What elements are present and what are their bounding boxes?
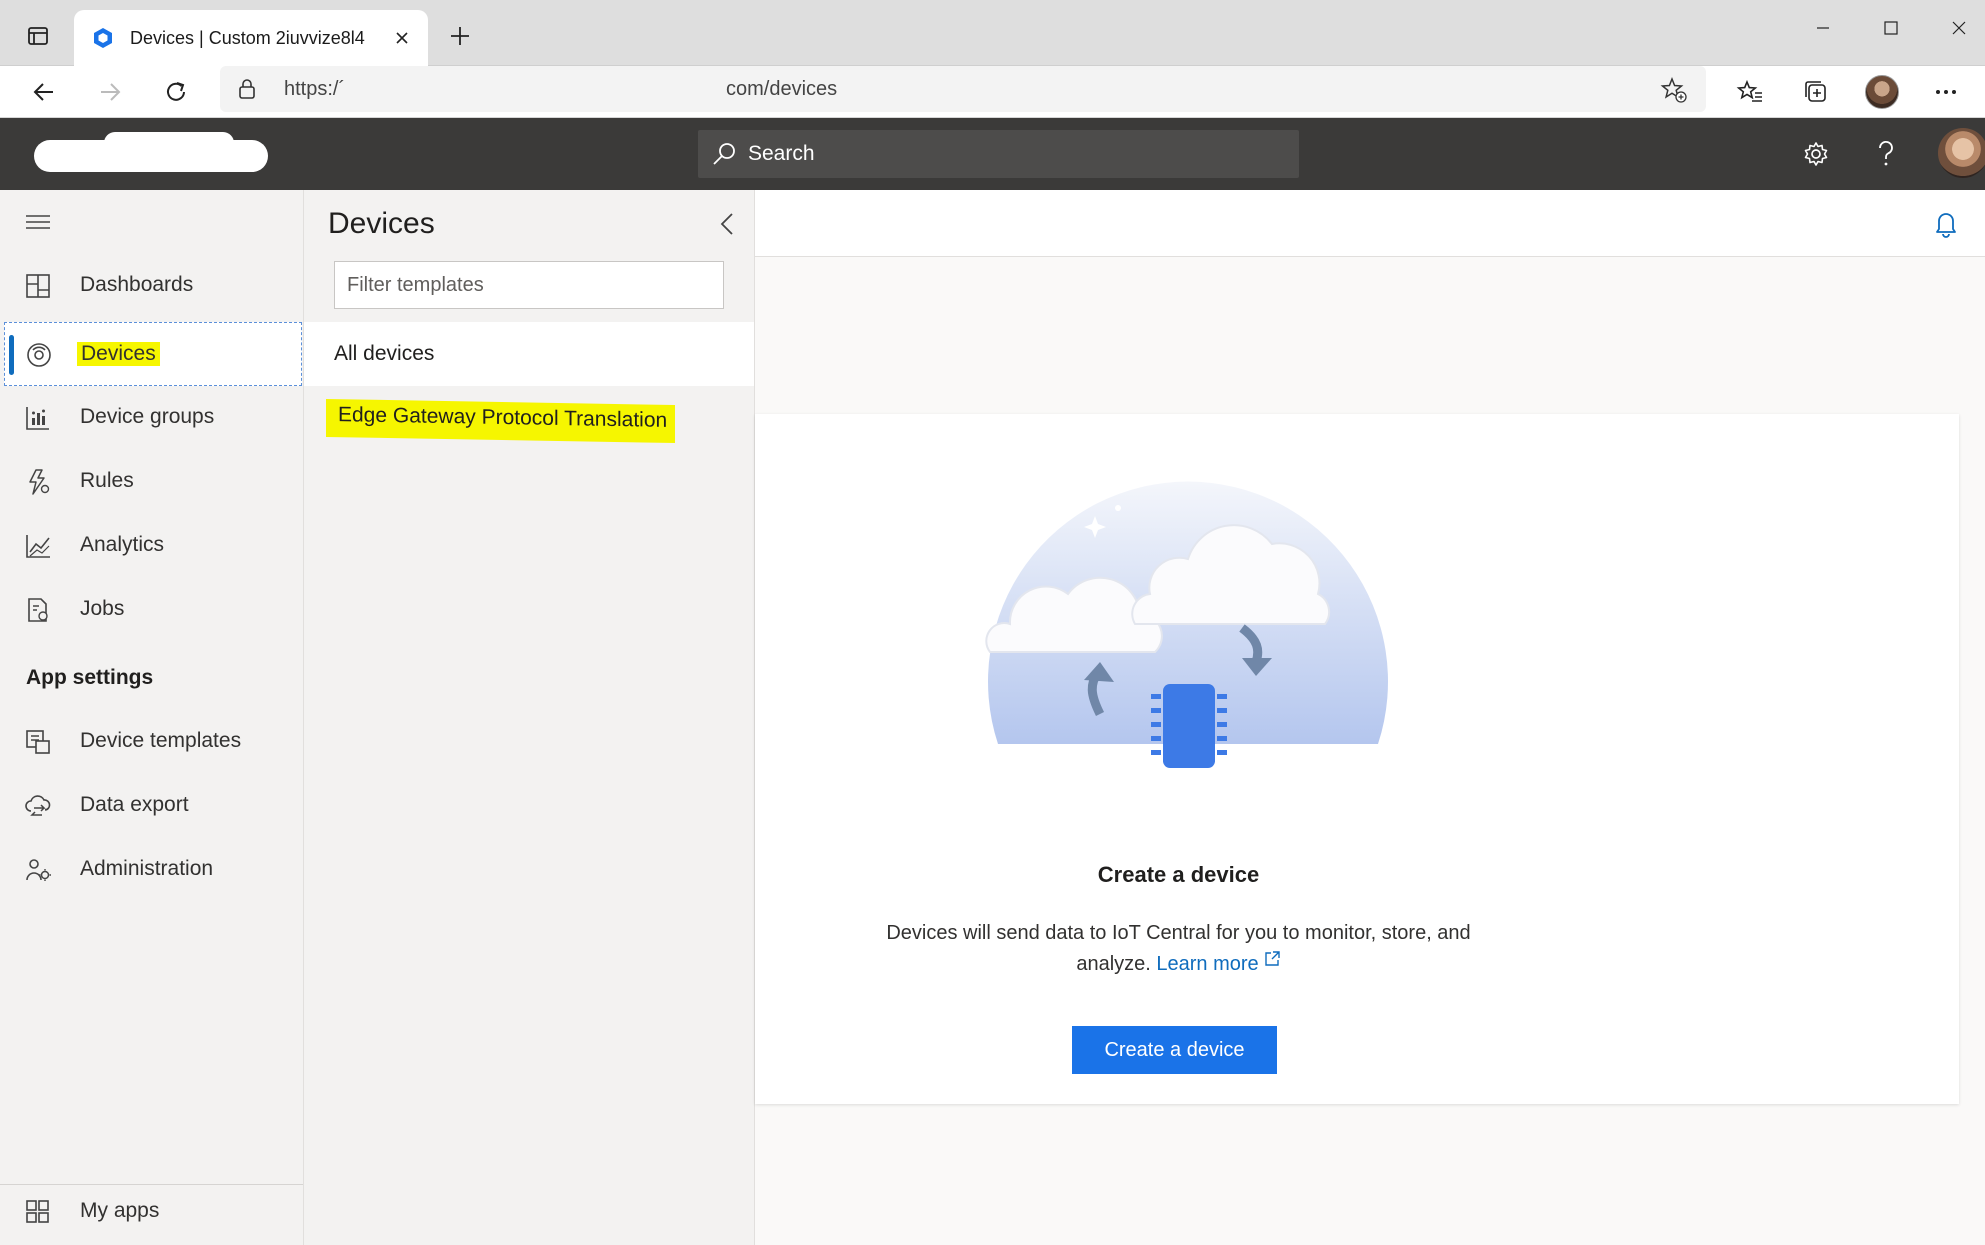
device-templates-icon [26, 730, 50, 754]
nav-item-administration[interactable]: Administration [4, 838, 302, 902]
nav-item-device-groups[interactable]: Device groups [4, 386, 302, 450]
nav-label: Administration [80, 857, 214, 880]
main-content: Create a device Devices will send data t… [755, 190, 1985, 1245]
search-icon [713, 143, 735, 165]
nav-label: Devices [77, 342, 160, 366]
new-tab-icon[interactable] [440, 16, 480, 56]
rules-icon [29, 469, 50, 495]
back-icon[interactable] [22, 72, 66, 112]
url-input[interactable]: https:/´ com/devices [220, 66, 1706, 112]
learn-more-link[interactable]: Learn more [1156, 951, 1280, 975]
devices-icon [27, 343, 51, 367]
hamburger-menu-icon[interactable] [24, 210, 52, 234]
nav-label: Data export [80, 793, 189, 816]
command-bar [755, 190, 1985, 257]
external-link-icon [1264, 951, 1280, 966]
browser-tab-bar: Devices | Custom 2iuvvize8l4 [0, 0, 1985, 66]
user-avatar[interactable] [1938, 128, 1985, 178]
nav-label: My apps [80, 1199, 160, 1222]
close-tab-icon[interactable] [390, 26, 414, 50]
nav-label: Device groups [80, 405, 215, 428]
nav-item-rules[interactable]: Rules [4, 450, 302, 514]
url-text-suffix: com/devices [726, 78, 838, 100]
template-item-edge-gateway[interactable]: Edge Gateway Protocol Translation [326, 398, 676, 444]
global-search[interactable]: Search [698, 130, 1299, 178]
app-settings-heading: App settings [26, 666, 154, 689]
more-options-icon[interactable] [1924, 72, 1968, 112]
app-header: Search [0, 118, 1985, 190]
devices-templates-panel: Devices All devices Edge Gateway Protoco… [304, 190, 755, 1245]
administration-icon [26, 859, 51, 881]
all-devices-item[interactable]: All devices [304, 322, 754, 386]
refresh-icon[interactable] [154, 72, 198, 112]
browser-tab-active[interactable]: Devices | Custom 2iuvvize8l4 [74, 10, 428, 66]
left-navigation: Dashboards Devices Device groups Rules A… [0, 190, 304, 1245]
create-device-button[interactable]: Create a device [1072, 1026, 1277, 1074]
panel-title: Devices [328, 207, 435, 240]
collapse-panel-icon[interactable] [716, 210, 740, 238]
tab-title: Devices | Custom 2iuvvize8l4 [130, 27, 365, 48]
analytics-icon [26, 535, 50, 558]
favorites-icon[interactable] [1728, 72, 1772, 112]
device-groups-icon [26, 407, 49, 430]
nav-label: Dashboards [80, 273, 194, 296]
close-window-icon[interactable] [1926, 8, 1985, 48]
nav-item-analytics[interactable]: Analytics [4, 514, 302, 578]
nav-item-data-export[interactable]: Data export [4, 774, 302, 838]
forward-icon[interactable] [88, 72, 132, 112]
browser-profile-avatar[interactable] [1860, 72, 1904, 112]
search-placeholder: Search [748, 142, 815, 165]
add-favorite-icon[interactable] [1660, 76, 1688, 104]
learn-more-label: Learn more [1156, 953, 1259, 975]
nav-item-dashboards[interactable]: Dashboards [4, 254, 302, 318]
dashboard-icon [26, 274, 50, 298]
template-label: Edge Gateway Protocol Translation [326, 398, 676, 444]
minimize-icon[interactable] [1790, 8, 1856, 48]
help-icon[interactable] [1868, 136, 1904, 172]
nav-label: Rules [80, 469, 134, 492]
url-text-prefix: https:/´ [284, 78, 346, 100]
empty-state-description: Devices will send data to IoT Central fo… [875, 918, 1482, 980]
nav-label: Jobs [80, 597, 125, 620]
app-logo-redacted[interactable] [34, 132, 268, 172]
collections-icon[interactable] [1794, 72, 1838, 112]
empty-state-card: Create a device Devices will send data t… [755, 414, 1959, 1104]
notifications-bell-icon[interactable] [1932, 208, 1960, 238]
my-apps-icon [26, 1200, 49, 1223]
data-export-icon [25, 795, 51, 816]
cloud-device-illustration [985, 481, 1388, 768]
jobs-icon [28, 598, 48, 622]
all-devices-label: All devices [334, 342, 435, 365]
browser-address-bar: https:/´ com/devices [0, 66, 1985, 118]
empty-state-title: Create a device [1097, 862, 1260, 887]
nav-item-jobs[interactable]: Jobs [4, 578, 302, 642]
nav-item-my-apps[interactable]: My apps [4, 1180, 302, 1244]
settings-gear-icon[interactable] [1798, 136, 1834, 172]
maximize-icon[interactable] [1858, 8, 1924, 48]
filter-templates-input[interactable] [335, 262, 723, 308]
nav-label: Analytics [80, 533, 165, 556]
iot-central-favicon-icon [90, 25, 116, 51]
lock-icon[interactable] [236, 78, 258, 100]
tab-actions-icon[interactable] [14, 16, 62, 56]
nav-item-devices[interactable]: Devices [4, 322, 302, 386]
filter-templates-field[interactable] [334, 261, 724, 309]
nav-item-device-templates[interactable]: Device templates [4, 710, 302, 774]
nav-label: Device templates [80, 729, 242, 752]
